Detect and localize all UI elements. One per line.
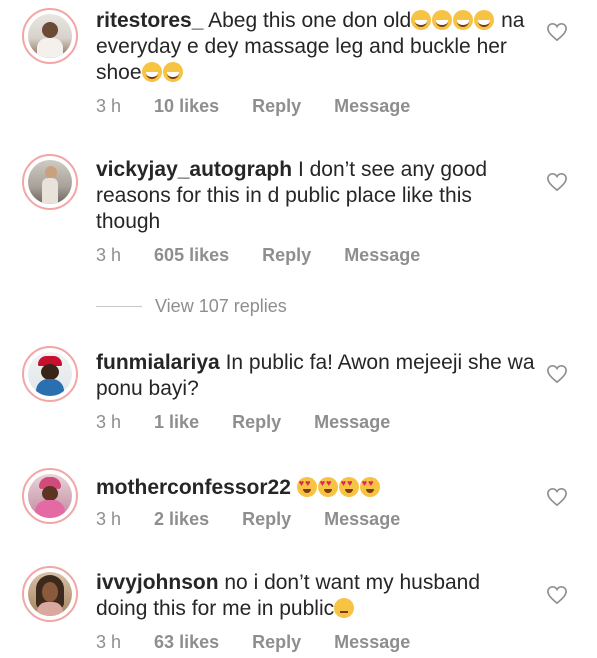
comment-text: ritestores_ Abeg this one don old na eve… bbox=[96, 8, 536, 86]
grinning-squinting-face-icon bbox=[432, 10, 453, 30]
avatar[interactable] bbox=[22, 566, 78, 622]
heart-outline-icon[interactable] bbox=[546, 364, 568, 384]
comment-text: vickyjay_autograph I don’t see any good … bbox=[96, 157, 536, 235]
unamused-face-icon bbox=[334, 598, 355, 618]
heart-eyes-face-icon bbox=[317, 477, 338, 497]
message-button[interactable]: Message bbox=[334, 96, 410, 116]
heart-outline-icon[interactable] bbox=[546, 22, 568, 42]
comment-text: ivvyjohnson no i don’t want my husband d… bbox=[96, 570, 536, 622]
comment-text: motherconfessor22 bbox=[96, 475, 536, 501]
comment-time: 3 h bbox=[96, 632, 122, 652]
likes-count[interactable]: 10 likes bbox=[154, 96, 219, 116]
heart-eyes-face-icon bbox=[359, 477, 380, 497]
reply-button[interactable]: Reply bbox=[242, 509, 291, 529]
avatar[interactable] bbox=[22, 468, 78, 524]
message-button[interactable]: Message bbox=[324, 509, 400, 529]
likes-count[interactable]: 1 like bbox=[154, 412, 199, 432]
comment-meta: 3 h 63 likes Reply Message bbox=[96, 632, 438, 653]
avatar[interactable] bbox=[22, 154, 78, 210]
comment-username[interactable]: funmialariya bbox=[96, 351, 220, 374]
comment-meta: 3 h 10 likes Reply Message bbox=[96, 96, 438, 117]
reply-button[interactable]: Reply bbox=[252, 632, 301, 652]
grinning-squinting-face-icon bbox=[141, 62, 162, 82]
heart-outline-icon[interactable] bbox=[546, 172, 568, 192]
comment-time: 3 h bbox=[96, 245, 122, 265]
avatar[interactable] bbox=[22, 346, 78, 402]
comment-username[interactable]: ivvyjohnson bbox=[96, 571, 219, 594]
grinning-squinting-face-icon bbox=[474, 10, 495, 30]
comment-meta: 3 h 1 like Reply Message bbox=[96, 412, 418, 433]
grinning-squinting-face-icon bbox=[162, 62, 183, 82]
comment-username[interactable]: motherconfessor22 bbox=[96, 476, 291, 499]
reply-button[interactable]: Reply bbox=[262, 245, 311, 265]
heart-eyes-face-icon bbox=[338, 477, 359, 497]
comment-username[interactable]: ritestores_ bbox=[96, 9, 203, 32]
grinning-squinting-face-icon bbox=[411, 10, 432, 30]
message-button[interactable]: Message bbox=[344, 245, 420, 265]
heart-eyes-face-icon bbox=[296, 477, 317, 497]
comment-meta: 3 h 2 likes Reply Message bbox=[96, 509, 428, 530]
reply-button[interactable]: Reply bbox=[232, 412, 281, 432]
heart-outline-icon[interactable] bbox=[546, 487, 568, 507]
likes-count[interactable]: 63 likes bbox=[154, 632, 219, 652]
comment-time: 3 h bbox=[96, 412, 122, 432]
comment-body: Abeg this one don old bbox=[208, 9, 412, 32]
comment-username[interactable]: vickyjay_autograph bbox=[96, 158, 292, 181]
view-replies-button[interactable]: View 107 replies bbox=[96, 296, 287, 317]
comment-text: funmialariya In public fa! Awon mejeeji … bbox=[96, 350, 536, 402]
view-replies-label: View 107 replies bbox=[155, 296, 287, 316]
likes-count[interactable]: 2 likes bbox=[154, 509, 209, 529]
message-button[interactable]: Message bbox=[314, 412, 390, 432]
grinning-squinting-face-icon bbox=[453, 10, 474, 30]
message-button[interactable]: Message bbox=[334, 632, 410, 652]
reply-button[interactable]: Reply bbox=[252, 96, 301, 116]
comment-time: 3 h bbox=[96, 509, 122, 529]
likes-count[interactable]: 605 likes bbox=[154, 245, 229, 265]
comment-meta: 3 h 605 likes Reply Message bbox=[96, 245, 448, 266]
replies-divider bbox=[96, 306, 142, 307]
avatar[interactable] bbox=[22, 8, 78, 64]
heart-outline-icon[interactable] bbox=[546, 585, 568, 605]
comment-time: 3 h bbox=[96, 96, 122, 116]
